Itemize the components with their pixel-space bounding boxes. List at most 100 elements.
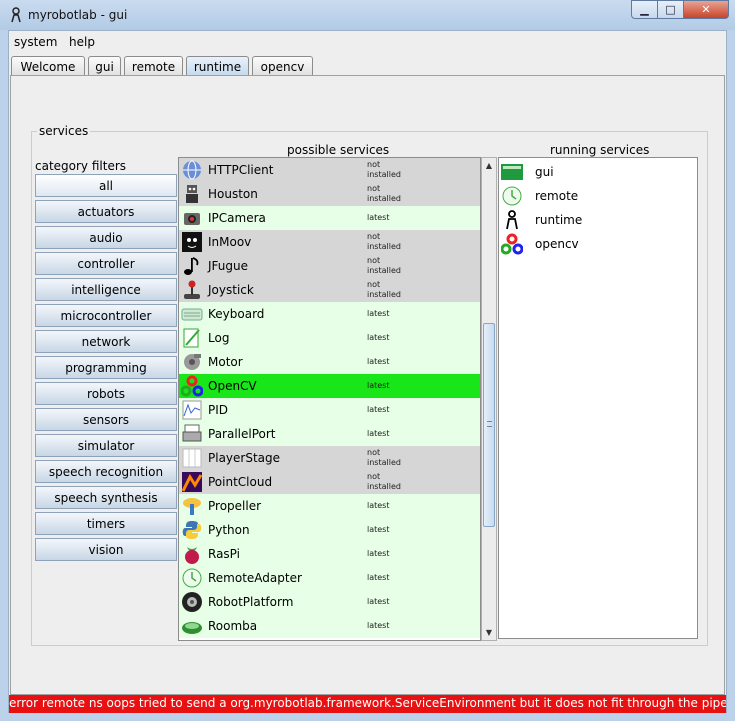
- service-row-roomba[interactable]: Roomba latest: [179, 614, 480, 638]
- service-status: not installed: [367, 472, 407, 492]
- service-status-line: installed: [367, 266, 401, 275]
- running-services-list[interactable]: gui remote runtime opencv: [498, 157, 698, 639]
- tab-runtime[interactable]: runtime: [186, 56, 249, 76]
- service-status-line: not: [367, 448, 381, 457]
- running-services-label: running services: [550, 143, 650, 157]
- service-status: not installed: [367, 184, 407, 204]
- window-titlebar[interactable]: myrobotlab - gui ▁ □ ✕: [0, 0, 735, 30]
- filter-robots[interactable]: robots: [35, 382, 177, 405]
- close-button[interactable]: ✕: [684, 0, 729, 19]
- grip-icon: [487, 421, 492, 427]
- service-status-line: latest: [367, 573, 390, 582]
- service-row-playerstage[interactable]: PlayerStage not installed: [179, 446, 480, 470]
- service-row-motor[interactable]: Motor latest: [179, 350, 480, 374]
- tab-remote[interactable]: remote: [124, 56, 183, 76]
- service-status: latest: [367, 309, 407, 319]
- maximize-button[interactable]: □: [658, 0, 684, 19]
- service-row-robotplatform[interactable]: RobotPlatform latest: [179, 590, 480, 614]
- propeller-icon: [183, 498, 201, 515]
- service-row-pointcloud[interactable]: PointCloud not installed: [179, 470, 480, 494]
- service-status-line: latest: [367, 429, 390, 438]
- tab-welcome[interactable]: Welcome: [11, 56, 85, 76]
- filter-sensors[interactable]: sensors: [35, 408, 177, 431]
- service-row-pid[interactable]: PID latest: [179, 398, 480, 422]
- service-row-python[interactable]: Python latest: [179, 518, 480, 542]
- category-filters-label: category filters: [35, 159, 127, 173]
- service-row-houston[interactable]: Houston not installed: [179, 182, 480, 206]
- error-status-bar: error remote ns oops tried to send a org…: [9, 695, 726, 713]
- minimize-button[interactable]: ▁: [631, 0, 658, 19]
- service-status-line: latest: [367, 309, 390, 318]
- filter-vision[interactable]: vision: [35, 538, 177, 561]
- service-status: latest: [367, 213, 407, 223]
- python-icon: [182, 521, 202, 539]
- service-row-ipcamera[interactable]: IPCamera latest: [179, 206, 480, 230]
- service-status: not installed: [367, 160, 407, 180]
- service-row-parallelport[interactable]: ParallelPort latest: [179, 422, 480, 446]
- running-service-opencv[interactable]: opencv: [499, 232, 697, 256]
- service-row-log[interactable]: Log latest: [179, 326, 480, 350]
- service-status: not installed: [367, 232, 407, 252]
- filter-all[interactable]: all: [35, 174, 177, 197]
- running-service-runtime[interactable]: runtime: [499, 208, 697, 232]
- service-name: Joystick: [208, 283, 254, 297]
- service-name: PlayerStage: [208, 451, 281, 465]
- robot-app-icon: [11, 7, 21, 23]
- joystick-icon: [184, 280, 200, 299]
- service-status-line: installed: [367, 458, 401, 467]
- running-service-remote[interactable]: remote: [499, 184, 697, 208]
- service-name: Roomba: [208, 619, 258, 633]
- service-name: OpenCV: [208, 379, 257, 393]
- filter-microcontroller[interactable]: microcontroller: [35, 304, 177, 327]
- menu-help[interactable]: help: [69, 35, 95, 49]
- filter-controller[interactable]: controller: [35, 252, 177, 275]
- service-name: InMoov: [208, 235, 252, 249]
- filter-programming[interactable]: programming: [35, 356, 177, 379]
- service-status: latest: [367, 525, 407, 535]
- possible-services-list[interactable]: HTTPClient not installed Houston not installe…: [178, 157, 481, 641]
- scroll-thumb[interactable]: [483, 323, 495, 527]
- face-icon: [182, 232, 202, 252]
- filter-intelligence[interactable]: intelligence: [35, 278, 177, 301]
- running-service-name: runtime: [535, 213, 583, 227]
- tab-gui[interactable]: gui: [88, 56, 121, 76]
- filter-timers[interactable]: timers: [35, 512, 177, 535]
- filter-speech-synthesis[interactable]: speech synthesis: [35, 486, 177, 509]
- filter-network[interactable]: network: [35, 330, 177, 353]
- globe-icon: [183, 160, 201, 180]
- tab-opencv[interactable]: opencv: [252, 56, 313, 76]
- service-name: RasPi: [208, 547, 240, 561]
- menu-system[interactable]: system: [14, 35, 57, 49]
- filter-audio[interactable]: audio: [35, 226, 177, 249]
- window-controls: ▁ □ ✕: [631, 0, 729, 19]
- opencv-icon: [181, 375, 203, 397]
- remote-adapter-icon: [182, 568, 202, 588]
- motor-icon: [184, 354, 201, 370]
- scroll-up-icon[interactable]: ▲: [482, 158, 496, 173]
- service-name: RobotPlatform: [208, 595, 294, 609]
- filter-actuators[interactable]: actuators: [35, 200, 177, 223]
- running-service-gui[interactable]: gui: [499, 160, 697, 184]
- service-status-line: latest: [367, 549, 390, 558]
- service-row-joystick[interactable]: Joystick not installed: [179, 278, 480, 302]
- filter-speech-recognition[interactable]: speech recognition: [35, 460, 177, 483]
- service-status: not installed: [367, 256, 407, 276]
- service-row-inmoov[interactable]: InMoov not installed: [179, 230, 480, 254]
- service-row-remoteadapter[interactable]: RemoteAdapter latest: [179, 566, 480, 590]
- service-row-jfugue[interactable]: JFugue not installed: [179, 254, 480, 278]
- service-status: latest: [367, 405, 407, 415]
- service-row-opencv[interactable]: OpenCV latest: [179, 374, 480, 398]
- service-status-line: installed: [367, 170, 401, 179]
- possible-services-scrollbar[interactable]: ▲ ▼: [481, 157, 497, 641]
- service-row-httpclient[interactable]: HTTPClient not installed: [179, 158, 480, 182]
- service-status-line: not: [367, 256, 381, 265]
- log-icon: [183, 328, 200, 348]
- filter-simulator[interactable]: simulator: [35, 434, 177, 457]
- service-row-raspi[interactable]: RasPi latest: [179, 542, 480, 566]
- service-status-line: not: [367, 184, 381, 193]
- service-row-propeller[interactable]: Propeller latest: [179, 494, 480, 518]
- scroll-down-icon[interactable]: ▼: [482, 625, 496, 640]
- service-status-line: not: [367, 160, 381, 169]
- service-row-keyboard[interactable]: Keyboard latest: [179, 302, 480, 326]
- service-name: Python: [208, 523, 250, 537]
